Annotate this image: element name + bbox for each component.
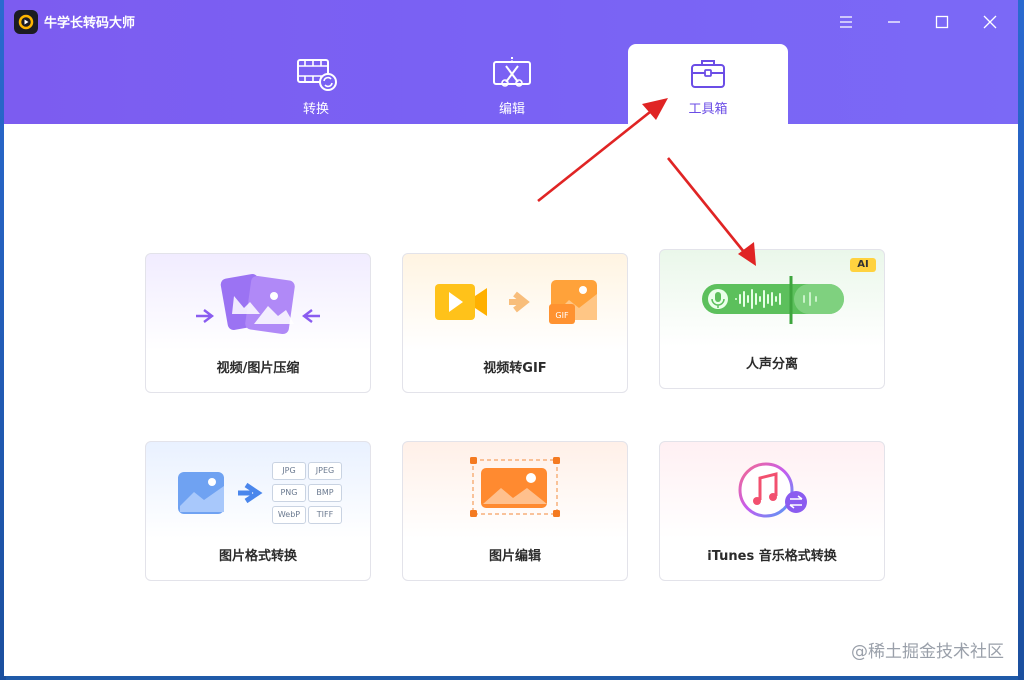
tab-label: 转换 xyxy=(302,102,329,117)
video-to-gif-icon: GIF xyxy=(435,280,597,324)
format-chip: TIFF xyxy=(308,506,342,524)
image-edit-icon xyxy=(470,457,560,517)
tool-card-compress[interactable]: 视频/图片压缩 xyxy=(145,253,371,393)
watermark-text: @稀土掘金技术社区 xyxy=(851,642,1004,662)
menu-icon[interactable] xyxy=(832,8,860,36)
image-convert-icon xyxy=(178,472,263,514)
audio-waveform-icon xyxy=(702,276,844,324)
format-chip: PNG xyxy=(272,484,306,502)
ai-badge: AI xyxy=(850,258,876,272)
minimize-icon[interactable] xyxy=(880,8,908,36)
video-convert-icon xyxy=(297,59,337,91)
tab-label: 编辑 xyxy=(498,102,525,117)
tab-label: 工具箱 xyxy=(688,102,728,117)
tool-card-vocal-separation[interactable]: AI 人声分离 xyxy=(659,249,885,389)
tab-toolbox[interactable]: 工具箱 xyxy=(628,44,788,124)
video-edit-icon xyxy=(493,57,531,87)
gif-badge: GIF xyxy=(555,311,569,320)
tool-card-image-format[interactable]: JPG JPEG PNG BMP WebP TIFF 图片格式转换 xyxy=(145,441,371,581)
tool-card-label: 视频/图片压缩 xyxy=(216,361,300,376)
itunes-music-icon xyxy=(738,462,807,518)
format-chip: JPG xyxy=(272,462,306,480)
tool-card-video-to-gif[interactable]: GIF 视频转GIF xyxy=(402,253,628,393)
tab-convert[interactable]: 转换 xyxy=(236,44,396,124)
tool-card-label: 图片编辑 xyxy=(488,549,541,564)
app-title: 牛学长转码大师 xyxy=(44,16,136,31)
header-bar: 牛学长转码大师 转换 编辑 工具箱 xyxy=(4,0,1018,124)
app-window: 牛学长转码大师 转换 编辑 工具箱 视频/图片压缩 GIF 视频转GIF AI … xyxy=(4,0,1018,676)
tool-card-image-edit[interactable]: 图片编辑 xyxy=(402,441,628,581)
close-icon[interactable] xyxy=(976,8,1004,36)
tool-card-label: 视频转GIF xyxy=(483,361,547,376)
tool-card-label: 图片格式转换 xyxy=(218,549,297,564)
app-logo-icon xyxy=(14,10,38,34)
compress-icon xyxy=(196,274,320,335)
format-chip: JPEG xyxy=(308,462,342,480)
tool-card-label: 人声分离 xyxy=(745,357,798,372)
format-chip: BMP xyxy=(308,484,342,502)
tab-edit[interactable]: 编辑 xyxy=(432,44,592,124)
format-chip: WebP xyxy=(272,506,306,524)
tool-card-itunes-convert[interactable]: iTunes 音乐格式转换 xyxy=(659,441,885,581)
toolbox-icon xyxy=(691,60,725,88)
desktop-background-right xyxy=(1018,0,1024,680)
tool-card-label: iTunes 音乐格式转换 xyxy=(707,549,837,564)
maximize-icon[interactable] xyxy=(928,8,956,36)
